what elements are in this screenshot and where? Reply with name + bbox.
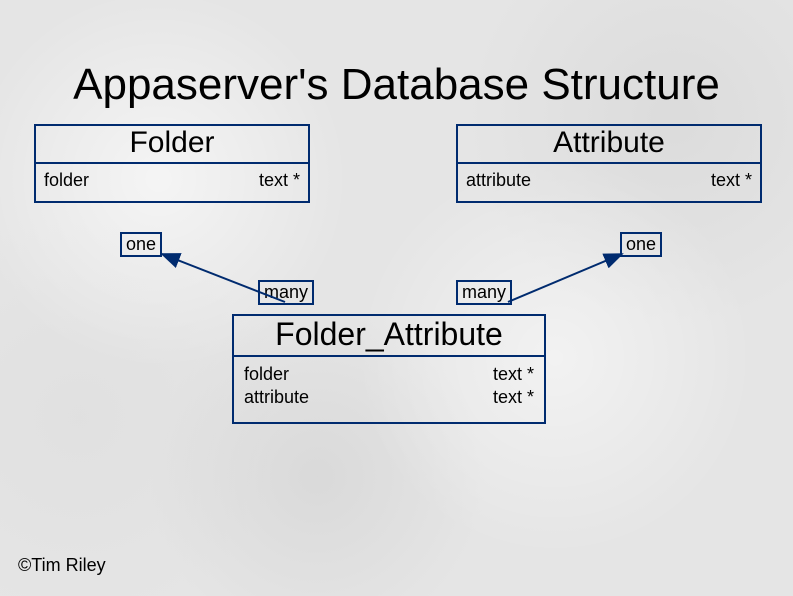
- fa-type-0: text *: [493, 363, 534, 386]
- entity-folder: Folder folder text *: [34, 124, 310, 203]
- entity-folder-type: text *: [259, 170, 300, 191]
- entity-folder-attribute: Folder_Attribute folder attribute text *…: [232, 314, 546, 424]
- cardinality-many-left: many: [258, 280, 314, 305]
- entity-folder-row: folder text *: [36, 164, 308, 201]
- entity-attribute: Attribute attribute text *: [456, 124, 762, 203]
- cardinality-one-right: one: [620, 232, 662, 257]
- arrow-right: [508, 254, 622, 302]
- entity-folder-header: Folder: [36, 126, 308, 164]
- entity-attribute-field: attribute: [466, 170, 531, 191]
- entity-folder-attribute-types: text * text *: [493, 363, 534, 408]
- entity-folder-attribute-header: Folder_Attribute: [234, 316, 544, 357]
- entity-attribute-type: text *: [711, 170, 752, 191]
- fa-field-1: attribute: [244, 386, 309, 409]
- entity-attribute-row: attribute text *: [458, 164, 760, 201]
- entity-attribute-header: Attribute: [458, 126, 760, 164]
- fa-type-1: text *: [493, 386, 534, 409]
- diagram-title: Appaserver's Database Structure: [0, 60, 793, 110]
- cardinality-many-right: many: [456, 280, 512, 305]
- fa-field-0: folder: [244, 363, 309, 386]
- entity-folder-field: folder: [44, 170, 89, 191]
- cardinality-one-left: one: [120, 232, 162, 257]
- copyright: ©Tim Riley: [18, 555, 106, 576]
- entity-folder-attribute-body: folder attribute text * text *: [234, 357, 544, 422]
- entity-folder-attribute-fields: folder attribute: [244, 363, 309, 408]
